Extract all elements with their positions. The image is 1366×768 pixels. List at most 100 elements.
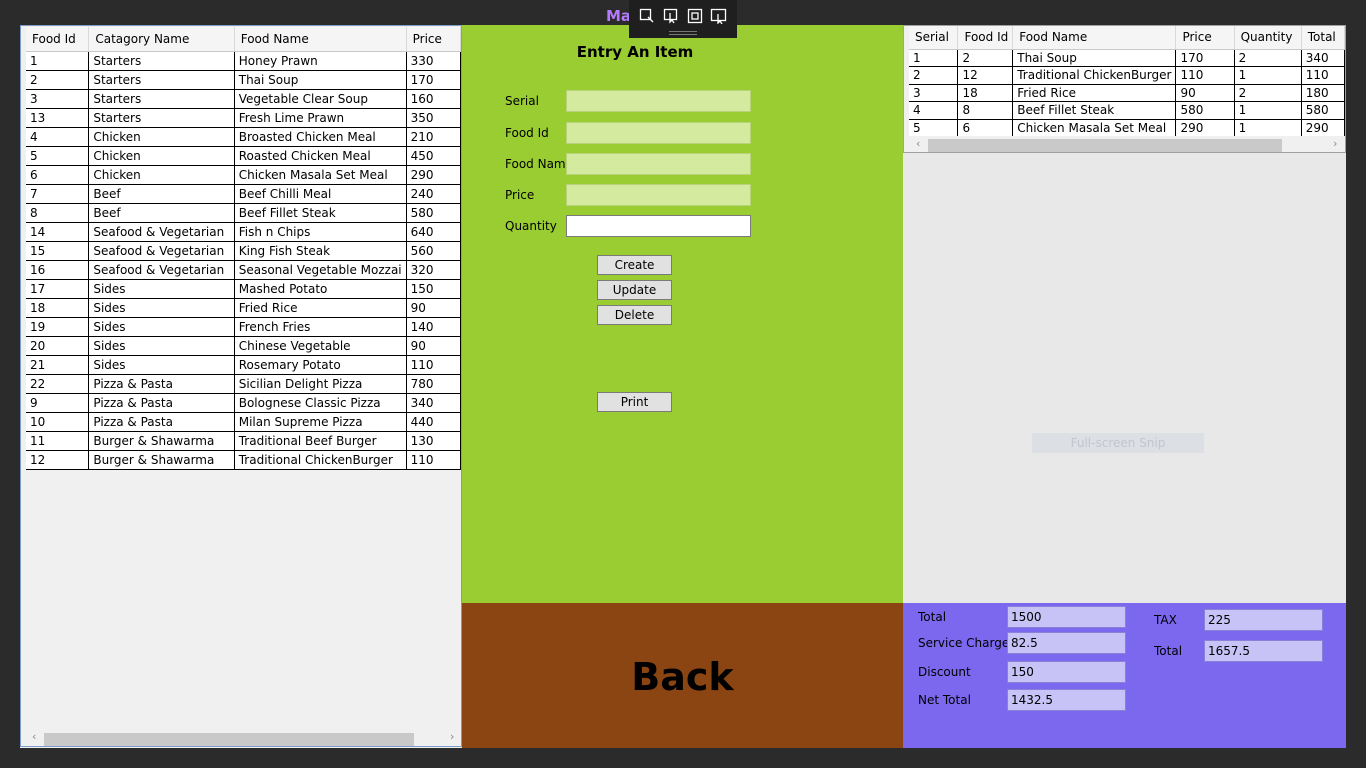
order-grid[interactable]: Serial Food Id Food Name Price Quantity …	[903, 25, 1346, 153]
table-cell[interactable]: 5	[909, 119, 959, 137]
freeform-snip-icon[interactable]	[662, 7, 680, 25]
grand-total-input[interactable]	[1204, 640, 1323, 662]
table-row[interactable]: 19 Sides French Fries 140	[26, 317, 461, 337]
table-cell[interactable]: Seafood & Vegetarian	[88, 222, 235, 242]
table-row[interactable]: 16 Seafood & Vegetarian Seasonal Vegetable…	[26, 260, 461, 280]
table-cell[interactable]: 110	[1301, 66, 1345, 85]
table-cell[interactable]: 11	[26, 431, 90, 451]
table-cell[interactable]: 240	[406, 184, 461, 204]
table-cell[interactable]: Rosemary Potato	[234, 355, 407, 375]
quantity-input[interactable]	[566, 215, 751, 237]
table-row[interactable]: 2 Starters Thai Soup 170	[26, 70, 461, 90]
table-cell[interactable]: Burger & Shawarma	[88, 431, 235, 451]
table-cell[interactable]: Honey Prawn	[234, 51, 407, 71]
scroll-left-icon[interactable]: ‹	[916, 137, 920, 150]
table-cell[interactable]: 8	[957, 101, 1014, 120]
table-cell[interactable]: 90	[406, 336, 461, 356]
service-charge-input[interactable]	[1007, 632, 1126, 654]
table-row[interactable]: 4 8 Beef Fillet Steak 580 1 580	[909, 101, 1345, 120]
table-row[interactable]: 14 Seafood & Vegetarian Fish n Chips 640	[26, 222, 461, 242]
table-cell[interactable]: Sides	[88, 355, 235, 375]
table-row[interactable]: 6 Chicken Chicken Masala Set Meal 290	[26, 165, 461, 185]
table-cell[interactable]: 340	[1301, 49, 1345, 67]
table-cell[interactable]: 350	[406, 108, 461, 128]
table-row[interactable]: 1 2 Thai Soup 170 2 340	[909, 49, 1345, 67]
table-cell[interactable]: 150	[406, 279, 461, 299]
table-cell[interactable]: French Fries	[234, 317, 407, 337]
table-cell[interactable]: Pizza & Pasta	[88, 393, 235, 413]
table-row[interactable]: 3 18 Fried Rice 90 2 180	[909, 84, 1345, 102]
table-cell[interactable]: 1	[1234, 119, 1302, 137]
table-cell[interactable]: Thai Soup	[234, 70, 407, 90]
price-input[interactable]	[566, 184, 751, 206]
table-cell[interactable]: 580	[1175, 101, 1235, 120]
table-cell[interactable]: 110	[1175, 66, 1235, 85]
table-cell[interactable]: 18	[957, 84, 1014, 102]
net-total-input[interactable]	[1007, 689, 1126, 711]
table-cell[interactable]: 2	[909, 66, 959, 85]
table-cell[interactable]: Chicken	[88, 146, 235, 166]
table-cell[interactable]: 2	[957, 49, 1014, 67]
update-button[interactable]: Update	[597, 280, 672, 300]
table-cell[interactable]: 90	[1175, 84, 1235, 102]
table-cell[interactable]: 21	[26, 355, 90, 375]
table-cell[interactable]: Starters	[88, 89, 235, 109]
table-cell[interactable]: 4	[909, 101, 959, 120]
table-row[interactable]: 20 Sides Chinese Vegetable 90	[26, 336, 461, 356]
col-header-category[interactable]: Catagory Name	[88, 27, 235, 52]
table-cell[interactable]: 330	[406, 51, 461, 71]
table-row[interactable]: 13 Starters Fresh Lime Prawn 350	[26, 108, 461, 128]
col-header-food-name[interactable]: Food Name	[1012, 26, 1177, 50]
table-cell[interactable]: Chicken Masala Set Meal	[234, 165, 407, 185]
table-cell[interactable]: 160	[406, 89, 461, 109]
col-header-serial[interactable]: Serial	[909, 26, 959, 50]
table-cell[interactable]: Seafood & Vegetarian	[88, 241, 235, 261]
table-cell[interactable]: Starters	[88, 108, 235, 128]
table-cell[interactable]: 560	[406, 241, 461, 261]
scroll-right-icon[interactable]: ›	[450, 730, 454, 743]
table-cell[interactable]: 90	[406, 298, 461, 318]
table-cell[interactable]: Chicken	[88, 165, 235, 185]
table-row[interactable]: 21 Sides Rosemary Potato 110	[26, 355, 461, 375]
table-cell[interactable]: 22	[26, 374, 90, 394]
rectangle-snip-icon[interactable]	[638, 7, 656, 25]
table-row[interactable]: 22 Pizza & Pasta Sicilian Delight Pizza 780	[26, 374, 461, 394]
col-header-food-id[interactable]: Food Id	[957, 26, 1014, 50]
table-cell[interactable]: 5	[26, 146, 90, 166]
table-cell[interactable]: 20	[26, 336, 90, 356]
table-cell[interactable]: Chicken	[88, 127, 235, 147]
table-cell[interactable]: 580	[406, 203, 461, 223]
table-cell[interactable]: 13	[26, 108, 90, 128]
serial-input[interactable]	[566, 90, 751, 112]
table-cell[interactable]: 290	[1301, 119, 1345, 137]
table-row[interactable]: 15 Seafood & Vegetarian King Fish Steak 560	[26, 241, 461, 261]
table-cell[interactable]: Beef Chilli Meal	[234, 184, 407, 204]
table-cell[interactable]: 6	[26, 165, 90, 185]
table-cell[interactable]: Starters	[88, 70, 235, 90]
table-cell[interactable]: 10	[26, 412, 90, 432]
toolbar-grip-icon[interactable]	[669, 31, 697, 35]
food-id-input[interactable]	[566, 122, 751, 144]
col-header-total[interactable]: Total	[1301, 26, 1345, 50]
table-cell[interactable]: 580	[1301, 101, 1345, 120]
table-row[interactable]: 4 Chicken Broasted Chicken Meal 210	[26, 127, 461, 147]
scroll-left-icon[interactable]: ‹	[32, 730, 36, 743]
table-cell[interactable]: 14	[26, 222, 90, 242]
discount-input[interactable]	[1007, 661, 1126, 683]
table-cell[interactable]: Fried Rice	[1012, 84, 1177, 102]
table-row[interactable]: 9 Pizza & Pasta Bolognese Classic Pizza 340	[26, 393, 461, 413]
table-row[interactable]: 1 Starters Honey Prawn 330	[26, 51, 461, 71]
table-row[interactable]: 17 Sides Mashed Potato 150	[26, 279, 461, 299]
table-cell[interactable]: Sides	[88, 298, 235, 318]
table-cell[interactable]: 2	[1234, 84, 1302, 102]
table-cell[interactable]: Fish n Chips	[234, 222, 407, 242]
table-cell[interactable]: 8	[26, 203, 90, 223]
table-cell[interactable]: 7	[26, 184, 90, 204]
table-cell[interactable]: 1	[1234, 101, 1302, 120]
table-cell[interactable]: 18	[26, 298, 90, 318]
table-row[interactable]: 5 6 Chicken Masala Set Meal 290 1 290	[909, 119, 1345, 137]
table-cell[interactable]: 440	[406, 412, 461, 432]
table-cell[interactable]: 1	[26, 51, 90, 71]
table-cell[interactable]: Seasonal Vegetable Mozzai	[234, 260, 407, 280]
col-header-food-id[interactable]: Food Id	[26, 27, 90, 52]
